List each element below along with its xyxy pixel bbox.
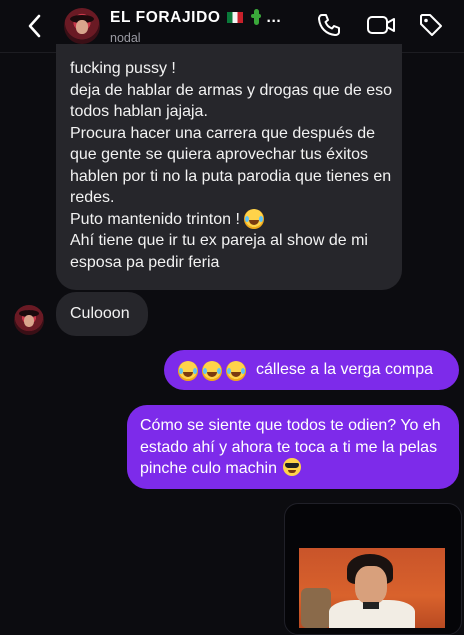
msg-line: deja de hablar de armas y drogas que de … xyxy=(70,81,392,121)
contact-name-text: EL FORAJIDO xyxy=(110,9,221,26)
contact-username: nodal xyxy=(110,31,141,45)
incoming-message-text: fucking pussy ! deja de hablar de armas … xyxy=(70,58,400,273)
phone-icon[interactable] xyxy=(316,12,342,38)
chevron-left-icon[interactable] xyxy=(24,12,46,40)
outgoing-message-bubble[interactable]: Cómo se siente que todos te odien? Yo eh… xyxy=(127,405,459,489)
mexico-flag-icon xyxy=(226,12,243,23)
outgoing-message-text: cállese a la verga compa xyxy=(256,361,433,378)
contact-name[interactable]: EL FORAJIDO... xyxy=(110,9,281,27)
video-camera-icon[interactable] xyxy=(366,12,396,38)
title-ellipsis: ... xyxy=(266,9,282,26)
contact-avatar[interactable] xyxy=(64,8,100,44)
tears-of-joy-emoji xyxy=(178,360,198,381)
incoming-message-bubble[interactable]: fucking pussy ! deja de hablar de armas … xyxy=(56,44,402,290)
tag-icon[interactable] xyxy=(418,12,444,38)
emoji-group xyxy=(178,360,250,382)
msg-line: fucking pussy ! xyxy=(70,60,176,77)
incoming-message-bubble[interactable]: Culooon xyxy=(56,292,148,336)
shared-photo[interactable] xyxy=(299,548,445,628)
msg-line: Puto mantenido trinton ! xyxy=(70,209,268,230)
tears-of-joy-emoji xyxy=(244,209,265,230)
sunglasses-emoji xyxy=(283,458,302,476)
cactus-icon xyxy=(250,9,261,25)
outgoing-message-text: Cómo se siente que todos te odien? Yo eh… xyxy=(140,415,454,480)
tears-of-joy-emoji xyxy=(226,360,246,381)
outgoing-message-bubble[interactable]: cállese a la verga compa xyxy=(164,350,459,390)
incoming-message-text: Culooon xyxy=(70,305,130,322)
sender-avatar[interactable] xyxy=(14,305,44,335)
msg-line: Ahí tiene que ir tu ex pareja al show de… xyxy=(70,232,368,271)
tears-of-joy-emoji xyxy=(202,360,222,381)
msg-line: Procura hacer una carrera que después de… xyxy=(70,124,392,207)
